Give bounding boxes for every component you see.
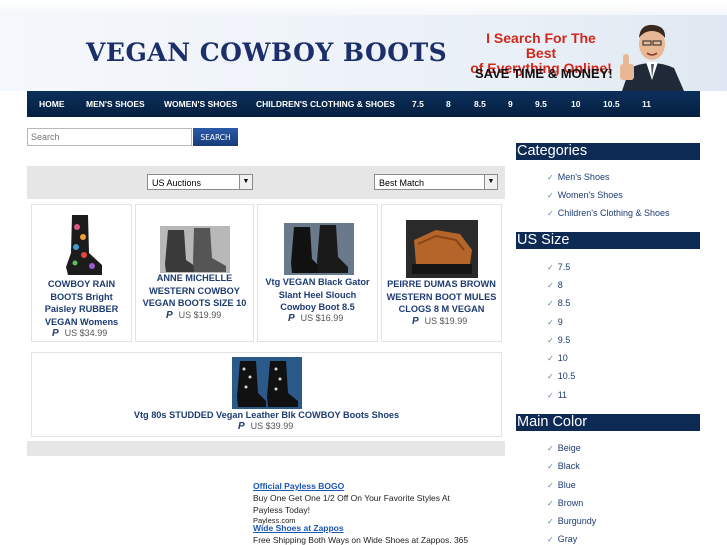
check-icon: ✓ — [547, 462, 554, 471]
check-icon: ✓ — [547, 481, 554, 490]
sidebar-item-color[interactable]: ✓ Blue — [547, 480, 576, 490]
listing-price: P US $19.99 — [412, 316, 468, 327]
check-icon: ✓ — [547, 281, 554, 290]
sidebar-item-color[interactable]: ✓ Beige — [547, 443, 581, 453]
nav-size-8-5[interactable]: 8.5 — [474, 91, 486, 117]
sidebar-item-size[interactable]: ✓ 7.5 — [547, 262, 570, 272]
sidebar-item-size[interactable]: ✓ 8 — [547, 280, 563, 290]
paypal-icon: P — [166, 310, 173, 321]
ad-text: Free Shipping Both Ways on Wide Shoes at… — [253, 535, 469, 545]
chevron-down-icon: ▼ — [484, 175, 497, 189]
sidebar-item-color[interactable]: ✓ Black — [547, 461, 580, 471]
paypal-icon: P — [412, 316, 419, 327]
businessman-thumbs-up-image — [620, 24, 684, 91]
check-icon: ✓ — [547, 318, 554, 327]
nav-size-10-5[interactable]: 10.5 — [603, 91, 620, 117]
nav-mens-shoes[interactable]: MEN'S SHOES — [86, 91, 145, 117]
listing-image[interactable] — [232, 357, 302, 409]
listing-image[interactable] — [406, 220, 478, 278]
nav-womens-shoes[interactable]: WOMEN'S SHOES — [164, 91, 237, 117]
listing-card[interactable]: Vtg 80s STUDDED Vegan Leather Blk COWBOY… — [31, 352, 502, 437]
sidebar-item-mens-shoes[interactable]: ✓ Men's Shoes — [547, 172, 609, 182]
check-icon: ✓ — [547, 517, 554, 526]
promo-line-1: I Search For The Best — [486, 30, 596, 61]
nav-childrens-clothing[interactable]: CHILDREN'S CLOTHING & SHOES — [256, 91, 395, 117]
listing-card[interactable]: PEIRRE DUMAS BROWN WESTERN BOOT MULES CL… — [381, 204, 502, 342]
paypal-icon: P — [238, 421, 245, 432]
nav-size-7-5[interactable]: 7.5 — [412, 91, 424, 117]
filter-bar: US Auctions ▼ Best Match ▼ — [27, 166, 505, 199]
listing-card[interactable]: Vtg VEGAN Black Gator Slant Heel Slouch … — [257, 204, 378, 342]
site-title[interactable]: VEGAN COWBOY BOOTS — [86, 38, 447, 67]
check-icon: ✓ — [547, 354, 554, 363]
sidebar-item-womens-shoes[interactable]: ✓ Women's Shoes — [547, 190, 623, 200]
auction-type-select[interactable]: US Auctions ▼ — [147, 174, 253, 190]
check-icon: ✓ — [547, 444, 554, 453]
listing-title[interactable]: Vtg VEGAN Black Gator Slant Heel Slouch … — [262, 276, 373, 314]
nav-size-11[interactable]: 11 — [642, 91, 651, 117]
search-button[interactable]: SEARCH — [193, 128, 238, 146]
sidebar-item-childrens-clothing[interactable]: ✓ Children's Clothing & Shoes — [547, 208, 669, 218]
listing-card[interactable]: COWBOY RAIN BOOTS Bright Paisley RUBBER … — [31, 204, 132, 342]
main-nav: HOME MEN'S SHOES WOMEN'S SHOES CHILDREN'… — [27, 91, 700, 117]
promo-tagline: SAVE TIME & MONEY! — [475, 66, 613, 81]
listing-price: P US $16.99 — [288, 313, 344, 324]
sort-value: Best Match — [379, 178, 425, 188]
sidebar-item-size[interactable]: ✓ 9.5 — [547, 335, 570, 345]
listing-card[interactable]: ANNE MICHELLE WESTERN COWBOY VEGAN BOOTS… — [135, 204, 254, 342]
sidebar-item-color[interactable]: ✓ Burgundy — [547, 516, 596, 526]
check-icon: ✓ — [547, 391, 554, 400]
paypal-icon: P — [288, 313, 295, 324]
listing-price: P US $39.99 — [238, 421, 294, 432]
listing-price: P US $19.99 — [166, 310, 222, 321]
sidebar-item-color[interactable]: ✓ Brown — [547, 498, 583, 508]
check-icon: ✓ — [547, 336, 554, 345]
check-icon: ✓ — [547, 191, 554, 200]
nav-size-9-5[interactable]: 9.5 — [535, 91, 547, 117]
listing-image[interactable] — [160, 226, 230, 273]
sidebar-item-size[interactable]: ✓ 9 — [547, 317, 563, 327]
ad-link-zappos[interactable]: Wide Shoes at Zappos — [253, 523, 344, 533]
listing-image[interactable] — [62, 213, 104, 279]
listing-image[interactable] — [284, 223, 354, 275]
check-icon: ✓ — [547, 209, 554, 218]
sidebar-item-size[interactable]: ✓ 10.5 — [547, 371, 575, 381]
chevron-down-icon: ▼ — [239, 175, 252, 189]
listing-title[interactable]: ANNE MICHELLE WESTERN COWBOY VEGAN BOOTS… — [140, 272, 249, 310]
nav-size-10[interactable]: 10 — [571, 91, 580, 117]
search-input[interactable] — [27, 128, 192, 146]
check-icon: ✓ — [547, 263, 554, 272]
listing-price: P US $34.99 — [52, 328, 108, 339]
sidebar-heading-main-color: Main Color — [516, 414, 700, 431]
sidebar-item-color[interactable]: ✓ Gray — [547, 534, 577, 544]
check-icon: ✓ — [547, 372, 554, 381]
nav-size-9[interactable]: 9 — [508, 91, 513, 117]
sidebar-item-size[interactable]: ✓ 11 — [547, 390, 567, 400]
results-footer-bar — [27, 441, 505, 456]
sidebar-item-size[interactable]: ✓ 8.5 — [547, 298, 570, 308]
ad-text: Payless Today! — [253, 505, 311, 515]
listing-title[interactable]: COWBOY RAIN BOOTS Bright Paisley RUBBER … — [36, 278, 127, 328]
check-icon: ✓ — [547, 535, 554, 544]
check-icon: ✓ — [547, 299, 554, 308]
listing-title[interactable]: PEIRRE DUMAS BROWN WESTERN BOOT MULES CL… — [386, 278, 497, 316]
listing-title[interactable]: Vtg 80s STUDDED Vegan Leather Blk COWBOY… — [36, 409, 497, 422]
nav-size-8[interactable]: 8 — [446, 91, 451, 117]
ad-link-payless[interactable]: Official Payless BOGO — [253, 481, 344, 491]
ad-text: Buy One Get One 1/2 Off On Your Favorite… — [253, 493, 450, 503]
auction-type-value: US Auctions — [152, 178, 202, 188]
nav-home[interactable]: HOME — [39, 91, 65, 117]
check-icon: ✓ — [547, 499, 554, 508]
check-icon: ✓ — [547, 173, 554, 182]
sidebar-heading-us-size: US Size — [516, 232, 700, 249]
sort-select[interactable]: Best Match ▼ — [374, 174, 498, 190]
sidebar-item-size[interactable]: ✓ 10 — [547, 353, 568, 363]
paypal-icon: P — [52, 328, 59, 339]
sidebar-heading-categories: Categories — [516, 143, 700, 160]
